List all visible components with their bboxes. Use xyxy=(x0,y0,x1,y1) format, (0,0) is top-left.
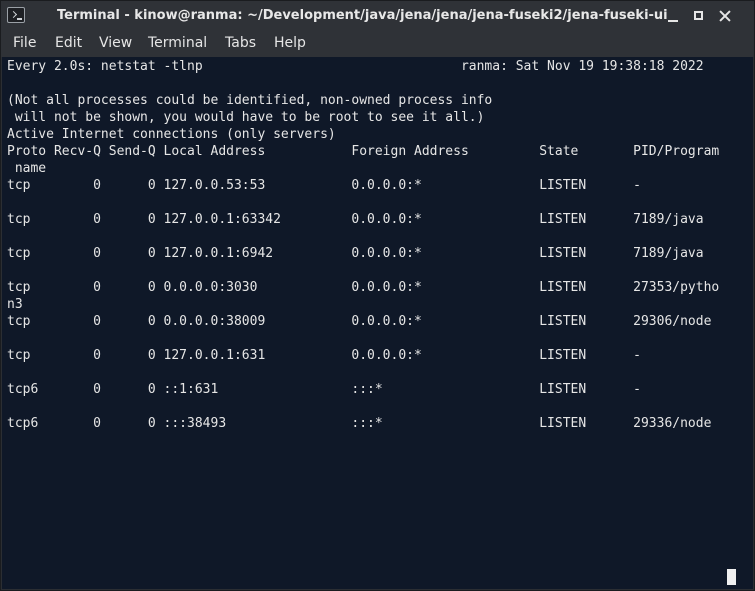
terminal-line: tcp 0 0 127.0.0.1:63342 0.0.0.0:* LISTEN… xyxy=(7,212,704,227)
minimize-button[interactable] xyxy=(663,6,683,26)
terminal-line: tcp6 0 0 :::38493 :::* LISTEN 29336/node xyxy=(7,416,712,431)
menu-bar: File Edit View Terminal Tabs Help xyxy=(1,32,754,57)
menu-view[interactable]: View xyxy=(99,35,132,51)
terminal-line: tcp6 0 0 ::1:631 :::* LISTEN - xyxy=(7,382,641,397)
window-title: Terminal - kinow@ranma: ~/Development/ja… xyxy=(57,8,668,23)
menu-tabs[interactable]: Tabs xyxy=(225,35,256,51)
terminal-line: (Not all processes could be identified, … xyxy=(7,93,493,108)
terminal-line: Proto Recv-Q Send-Q Local Address Foreig… xyxy=(7,144,720,159)
terminal-line: n3 xyxy=(7,297,23,312)
terminal-line: tcp 0 0 0.0.0.0:3030 0.0.0.0:* LISTEN 27… xyxy=(7,280,720,295)
menu-edit[interactable]: Edit xyxy=(55,35,82,51)
terminal-line: name xyxy=(7,161,47,176)
terminal-line: Every 2.0s: netstat -tlnp ranma: Sat Nov… xyxy=(7,59,704,74)
maximize-icon xyxy=(694,11,703,20)
menu-terminal[interactable]: Terminal xyxy=(148,35,207,51)
maximize-button[interactable] xyxy=(689,6,709,26)
terminal-line: tcp 0 0 127.0.0.53:53 0.0.0.0:* LISTEN - xyxy=(7,178,641,193)
menu-help[interactable]: Help xyxy=(274,35,306,51)
terminal-line: Active Internet connections (only server… xyxy=(7,127,336,142)
close-button[interactable] xyxy=(715,6,735,26)
terminal-line: tcp 0 0 0.0.0.0:38009 0.0.0.0:* LISTEN 2… xyxy=(7,314,712,329)
terminal-line: tcp 0 0 127.0.0.1:6942 0.0.0.0:* LISTEN … xyxy=(7,246,704,261)
terminal-line: will not be shown, you would have to be … xyxy=(7,110,485,125)
terminal-output[interactable]: Every 2.0s: netstat -tlnp ranma: Sat Nov… xyxy=(2,57,753,589)
title-bar[interactable]: Terminal - kinow@ranma: ~/Development/ja… xyxy=(1,1,754,32)
menu-file[interactable]: File xyxy=(13,35,36,51)
minimize-icon xyxy=(668,20,678,22)
terminal-line: tcp 0 0 127.0.0.1:631 0.0.0.0:* LISTEN - xyxy=(7,348,641,363)
terminal-app-icon[interactable] xyxy=(7,7,25,23)
terminal-cursor xyxy=(727,569,736,585)
terminal-window: Terminal - kinow@ranma: ~/Development/ja… xyxy=(0,0,755,591)
